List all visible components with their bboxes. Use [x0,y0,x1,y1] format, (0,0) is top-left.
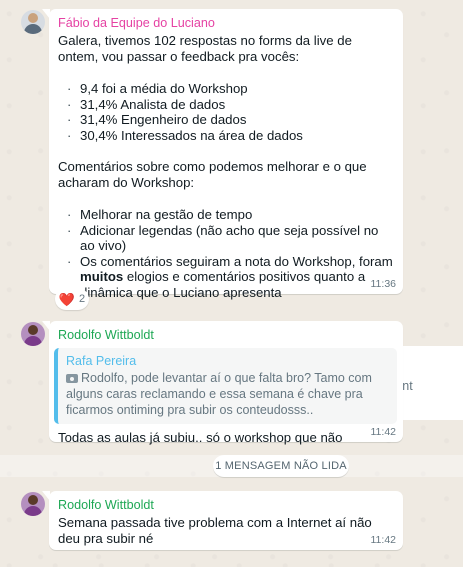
message-bubble[interactable]: Rodolfo Wittboldt Semana passada tive pr… [42,491,403,550]
comments-list: Melhorar na gestão de tempo Adicionar le… [58,207,395,300]
quoted-text-body: Rodolfo, pode levantar aí o que falta br… [66,371,372,417]
list-item: 30,4% Interessados na área de dados [58,128,395,144]
message-time: 11:36 [370,278,397,290]
message-time: 11:42 [370,426,397,438]
sender-name[interactable]: Rodolfo Wittboldt [58,497,395,514]
heart-icon: ❤️ [58,291,76,307]
avatar-body [24,24,42,34]
avatar-body [24,336,42,346]
reaction-count: 2 [79,293,86,305]
list-item: Adicionar legendas (não acho que seja po… [58,223,395,254]
avatar-head [28,495,38,505]
list-item: Melhorar na gestão de tempo [58,207,395,223]
quoted-sender: Rafa Pereira [66,354,137,368]
message-text: Comentários sobre como podemos melhorar … [58,159,371,190]
sender-name[interactable]: Fábio da Equipe do Luciano [58,15,395,32]
avatar-head [28,325,38,335]
camera-icon [66,374,78,383]
list-item: 9,4 foi a média do Workshop [58,81,395,97]
quoted-text: Rodolfo, pode levantar aí o que falta br… [66,370,389,418]
message-bubble[interactable]: Rodolfo Wittboldt Rafa Pereira Rodolfo, … [42,321,403,445]
message-text: Semana passada tive problema com a Inter… [58,515,376,546]
avatar-head [28,13,38,23]
reaction-badge[interactable]: ❤️ 2 [55,288,89,310]
message-bubble[interactable]: Fábio da Equipe do Luciano Galera, tivem… [42,9,403,300]
list-item: Os comentários seguiram a nota do Worksh… [58,254,395,301]
list-item: 31,4% Engenheiro de dados [58,112,395,128]
message-time: 11:42 [370,534,397,546]
quoted-message[interactable]: Rafa Pereira Rodolfo, pode levantar aí o… [54,348,397,424]
unread-messages-label: 1 MENSAGEM NÃO LIDA [213,455,349,477]
message-text: Todas as aulas já subiu.. só o workshop … [58,430,343,445]
avatar-body [24,506,42,516]
list-item-text: elogios e comentários positivos quanto a… [80,269,366,300]
list-item-text: Os comentários seguiram a nota do Worksh… [80,253,393,269]
list-item: 31,4% Analista de dados [58,97,395,113]
stats-list: 9,4 foi a média do Workshop 31,4% Analis… [58,81,395,143]
message-text: Galera, tivemos 102 respostas no forms d… [58,33,356,64]
bold-text: muitos [80,269,124,284]
sender-name[interactable]: Rodolfo Wittboldt [58,327,395,344]
